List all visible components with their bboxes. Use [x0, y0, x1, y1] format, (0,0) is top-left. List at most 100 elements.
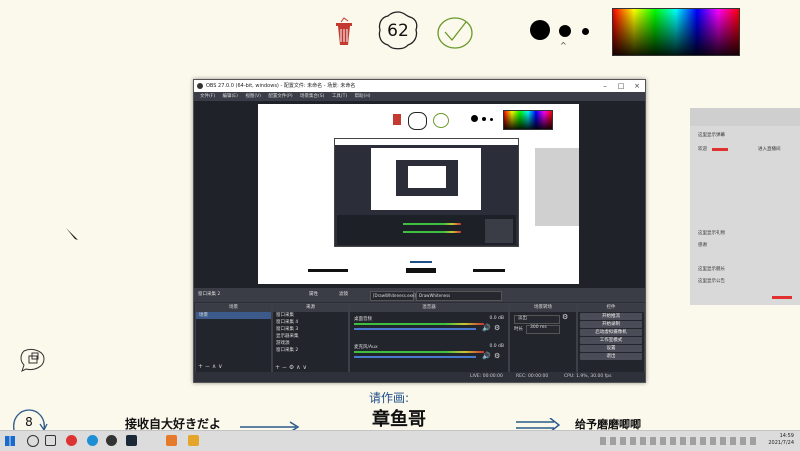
speaker-icon[interactable]: 🔊	[482, 352, 491, 360]
start-streaming-button[interactable]: 开始推流	[580, 313, 642, 320]
window-select[interactable]: [DrawWhiteness.exe]	[370, 291, 416, 301]
scenes-panel-title: 场景	[196, 304, 271, 312]
volume-slider[interactable]	[354, 328, 476, 330]
scene-controls[interactable]: + − ∧ ∨	[198, 363, 223, 370]
menu-edit[interactable]: 编辑(E)	[223, 94, 238, 99]
preview-color-picker	[503, 110, 553, 130]
menu-view[interactable]: 视图(V)	[245, 94, 261, 99]
transition-gear-icon[interactable]: ⚙	[562, 313, 568, 321]
dock-line-danmaku: 这里显示弹幕	[698, 133, 725, 138]
preview-canvas[interactable]	[258, 104, 579, 284]
steam-icon[interactable]	[126, 435, 137, 446]
dock-line-notice: 这里显示公告	[698, 279, 725, 284]
menu-scene-collection[interactable]: 场景集合(S)	[300, 94, 324, 99]
gear-icon[interactable]: ⚙	[494, 324, 500, 332]
obs-window[interactable]: OBS 27.0.0 (64-bit, windows) - 配置文件: 未命名…	[193, 79, 646, 383]
minimize-icon[interactable]: –	[597, 80, 613, 92]
brush-size-medium[interactable]	[559, 25, 571, 37]
transition-select[interactable]: 淡出	[514, 315, 560, 324]
source-item[interactable]: 窗口采集 4	[273, 319, 348, 326]
edge-browser-icon[interactable]	[87, 435, 98, 446]
source-toolbar-label: 窗口采集 2	[198, 292, 221, 297]
obs-status-bar: LIVE: 00:00:00 REC: 00:00:00 CPU: 1.9%, …	[194, 372, 645, 382]
close-icon[interactable]: ×	[629, 80, 645, 92]
speaker-icon[interactable]: 🔊	[482, 324, 491, 332]
brush-size-large[interactable]	[530, 20, 550, 40]
search-icon[interactable]	[27, 435, 39, 447]
properties-button[interactable]: 属性	[309, 288, 318, 302]
menu-tools[interactable]: 工具(T)	[332, 94, 347, 99]
netease-music-icon[interactable]	[66, 435, 77, 446]
preview-dot-large	[471, 115, 478, 122]
windows-start-icon[interactable]	[5, 436, 15, 446]
menu-file[interactable]: 文件(F)	[200, 94, 215, 99]
mixer-panel-title: 混音器	[350, 304, 508, 312]
danmaku-dock: 这里显示弹幕 欢迎 进入直播间 这里显示礼物 感谢 这里显示舰长 这里显示公告	[690, 108, 800, 305]
exit-button[interactable]: 退出	[580, 353, 642, 360]
dock-line-captain: 这里显示舰长	[698, 267, 725, 272]
studio-mode-button[interactable]: 工作室模式	[580, 337, 642, 344]
volume-slider[interactable]	[354, 356, 476, 358]
counter-value: 62	[387, 21, 409, 41]
dock-highlight-name	[712, 148, 728, 151]
menu-help[interactable]: 帮助(H)	[355, 94, 371, 99]
preview-check-icon	[433, 113, 449, 128]
scene-item[interactable]: 场景	[196, 312, 271, 319]
dock-line-thanks: 感谢	[698, 243, 707, 248]
obs-menu-bar: 文件(F) 编辑(E) 视图(V) 配置文件(P) 场景集合(S) 工具(T) …	[194, 92, 645, 101]
duration-label: 时长	[514, 327, 523, 332]
taskview-icon[interactable]	[45, 435, 56, 446]
duration-input[interactable]: 300 ms	[526, 325, 560, 334]
maximize-icon[interactable]: □	[613, 80, 629, 92]
source-item[interactable]: 窗口采集	[273, 312, 348, 319]
dock-line-welcome: 欢迎	[698, 147, 707, 152]
bottom-counter: 8	[10, 408, 48, 432]
preview-give-bar	[473, 269, 505, 272]
transitions-panel-title: 场景转场	[510, 304, 576, 312]
trash-icon[interactable]	[333, 17, 355, 47]
checkmark-icon[interactable]	[436, 16, 474, 50]
sources-panel: 来源 窗口采集 窗口采集 4 窗口采集 3 显示器采集 游戏源 窗口采集 2 +…	[272, 303, 349, 373]
menu-profile[interactable]: 配置文件(P)	[268, 94, 292, 99]
transitions-panel: 场景转场 淡出 ⚙ 时长 300 ms	[509, 303, 577, 373]
window-select-2[interactable]: DrawWhiteness	[416, 291, 502, 301]
system-tray[interactable]	[600, 437, 760, 445]
preview-dock-mini	[535, 148, 579, 226]
source-item[interactable]: 窗口采集 3	[273, 326, 348, 333]
bottom-counter-value: 8	[25, 415, 33, 429]
virtual-camera-button[interactable]: 启动虚拟摄像机	[580, 329, 642, 336]
source-item[interactable]: 窗口采集 2	[273, 347, 348, 354]
app-icon-yellow[interactable]	[188, 435, 199, 446]
eraser-icon[interactable]	[18, 347, 48, 377]
controls-panel: 控件 开始推流 开始录制 启动虚拟摄像机 工作室模式 设置 退出	[577, 303, 645, 373]
filters-button[interactable]: 滤镜	[339, 288, 348, 302]
color-picker[interactable]	[612, 8, 740, 56]
dock-line-enter: 进入直播间	[758, 147, 781, 152]
request-label: 请作画:	[369, 391, 410, 405]
obs-title-bar[interactable]: OBS 27.0.0 (64-bit, windows) - 配置文件: 未命名…	[194, 80, 645, 92]
brush-size-small[interactable]	[582, 28, 589, 35]
preview-request-label	[410, 261, 432, 263]
obs-taskbar-icon[interactable]	[106, 435, 117, 446]
live-status: LIVE: 00:00:00	[470, 374, 503, 379]
clock-date: 2021/7/24	[768, 440, 794, 446]
source-controls[interactable]: + − ⚙ ∧ ∨	[275, 364, 307, 371]
chevron-up-icon: ^	[560, 41, 567, 50]
preview-counter	[408, 112, 427, 130]
app-icon-orange[interactable]	[166, 435, 177, 446]
source-item[interactable]: 游戏源	[273, 340, 348, 347]
dock-red-tag	[772, 296, 792, 299]
gear-icon[interactable]: ⚙	[494, 352, 500, 360]
obs-window-title: OBS 27.0.0 (64-bit, windows) - 配置文件: 未命名…	[206, 83, 356, 89]
sources-panel-title: 来源	[273, 304, 348, 312]
taskbar-clock[interactable]: 14:59 2021/7/24	[768, 433, 794, 447]
preview-trash-icon	[393, 114, 401, 125]
cpu-status: CPU: 1.9%, 30.00 fps	[564, 374, 612, 379]
start-recording-button[interactable]: 开始录制	[580, 321, 642, 328]
preview-nested-obs	[334, 138, 519, 247]
source-item[interactable]: 显示器采集	[273, 333, 348, 340]
settings-button[interactable]: 设置	[580, 345, 642, 352]
preview-dot-medium	[482, 117, 486, 121]
scenes-panel: 场景 场景 + − ∧ ∨	[195, 303, 272, 373]
dock-line-gift: 这里显示礼物	[698, 231, 725, 236]
